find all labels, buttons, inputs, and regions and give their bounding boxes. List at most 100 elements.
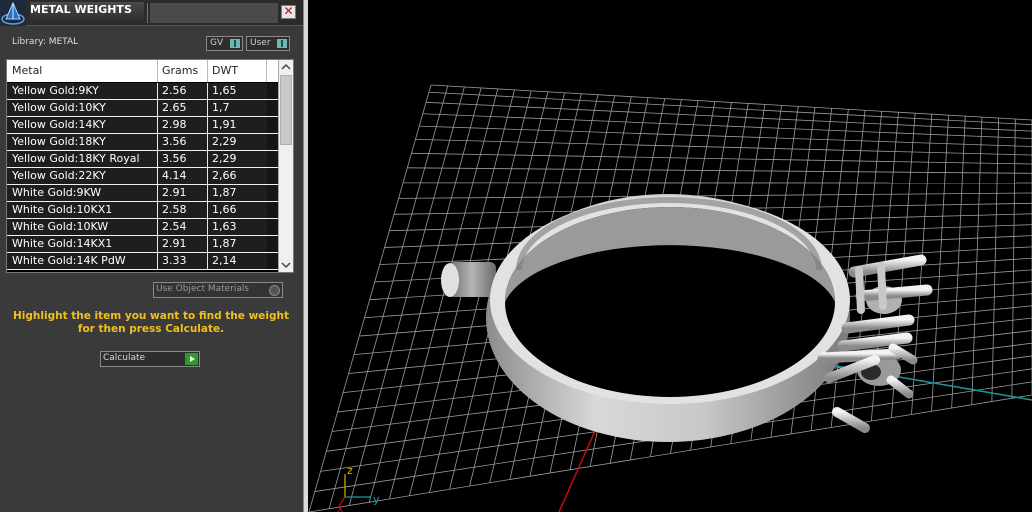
cell-divider bbox=[207, 117, 208, 134]
grid-line bbox=[348, 86, 465, 506]
column-header-grams[interactable]: Grams bbox=[162, 64, 198, 77]
grid-line bbox=[415, 138, 1032, 156]
cell-divider bbox=[207, 134, 208, 151]
table-row[interactable]: White Gold:10KW 2.54 1,63 bbox=[7, 219, 279, 236]
table-scrollbar[interactable] bbox=[278, 60, 293, 272]
table-row[interactable]: Yellow Gold:22KY 4.14 2,66 bbox=[7, 168, 279, 185]
cell-divider bbox=[157, 117, 158, 134]
table-row[interactable]: Yellow Gold:10KY 2.65 1,7 bbox=[7, 100, 279, 117]
gizmo-z-label: z bbox=[347, 464, 353, 477]
cell-metal: Yellow Gold:18KY Royal bbox=[12, 152, 140, 165]
table-row[interactable]: Yellow Gold:18KY Royal 3.56 2,29 bbox=[7, 151, 279, 168]
grid-line bbox=[411, 152, 1032, 165]
close-icon: ✕ bbox=[283, 4, 294, 18]
scroll-thumb[interactable] bbox=[280, 75, 292, 145]
gizmo-x-label: x bbox=[337, 502, 344, 512]
calculate-button[interactable]: Calculate bbox=[100, 351, 200, 367]
cell-divider bbox=[207, 253, 208, 270]
table-row[interactable]: White Gold:9KW 2.91 1,87 bbox=[7, 185, 279, 202]
cell-divider bbox=[207, 185, 208, 202]
cell-metal: Yellow Gold:18KY bbox=[12, 135, 106, 148]
cell-divider bbox=[157, 168, 158, 185]
app-logo-icon bbox=[0, 0, 26, 26]
cell-grams: 2.65 bbox=[162, 101, 187, 114]
table-header: Metal Grams DWT bbox=[7, 60, 279, 82]
cell-grams: 2.91 bbox=[162, 186, 187, 199]
table-row[interactable]: White Gold:14K PdW 3.33 2,14 bbox=[7, 253, 279, 270]
cell-dwt: 2,29 bbox=[212, 152, 237, 165]
library-label: Library: METAL bbox=[12, 37, 79, 47]
grid-line bbox=[426, 101, 1032, 132]
cell-metal: White Gold:14KX1 bbox=[12, 237, 113, 250]
cell-divider bbox=[207, 100, 208, 117]
cell-divider bbox=[157, 83, 158, 100]
table-row[interactable]: White Gold:14KX1 2.91 1,87 bbox=[7, 236, 279, 253]
cell-dwt: 1,63 bbox=[212, 220, 237, 233]
cell-dwt: 2,14 bbox=[212, 254, 237, 267]
user-toggle[interactable]: User bbox=[246, 36, 290, 51]
cell-grams: 2.58 bbox=[162, 203, 187, 216]
cell-divider bbox=[157, 253, 158, 270]
use-object-materials-label: Use Object Materials bbox=[156, 284, 250, 294]
table-row[interactable]: White Gold:10KX1 2.58 1,66 bbox=[7, 202, 279, 219]
gizmo-y-label: y bbox=[373, 493, 380, 506]
grid-line bbox=[430, 84, 1032, 121]
calculate-label: Calculate bbox=[103, 353, 146, 363]
column-header-metal[interactable]: Metal bbox=[12, 64, 42, 77]
table-row[interactable]: Yellow Gold:18KY 3.56 2,29 bbox=[7, 134, 279, 151]
close-button[interactable]: ✕ bbox=[281, 4, 296, 19]
grid-line bbox=[419, 125, 1032, 147]
cell-metal: White Gold:10KW bbox=[12, 220, 109, 233]
cell-metal: White Gold:14K PdW bbox=[12, 254, 126, 267]
cell-grams: 2.98 bbox=[162, 118, 187, 131]
cell-metal: Yellow Gold:9KY bbox=[12, 84, 99, 97]
panel-splitter[interactable] bbox=[303, 0, 308, 512]
cell-divider bbox=[207, 168, 208, 185]
cell-divider bbox=[207, 202, 208, 219]
column-header-dwt[interactable]: DWT bbox=[212, 64, 238, 77]
use-object-materials-toggle[interactable]: Use Object Materials bbox=[153, 282, 283, 298]
cell-metal: Yellow Gold:10KY bbox=[12, 101, 106, 114]
cell-metal: White Gold:10KX1 bbox=[12, 203, 113, 216]
grid-line bbox=[931, 115, 949, 412]
table-row[interactable]: Yellow Gold:14KY 2.98 1,91 bbox=[7, 117, 279, 134]
cell-dwt: 2,66 bbox=[212, 169, 237, 182]
cell-metal: Yellow Gold:14KY bbox=[12, 118, 106, 131]
cell-dwt: 1,87 bbox=[212, 237, 237, 250]
cell-metal: Yellow Gold:22KY bbox=[12, 169, 106, 182]
cell-grams: 2.56 bbox=[162, 84, 187, 97]
header-divider bbox=[266, 60, 267, 82]
toggle-indicator-icon bbox=[277, 39, 287, 48]
cell-divider bbox=[207, 151, 208, 168]
panel-titlebar: METAL WEIGHTS ✕ bbox=[0, 0, 303, 26]
cell-dwt: 1,65 bbox=[212, 84, 237, 97]
cell-divider bbox=[157, 202, 158, 219]
grid-line bbox=[309, 84, 432, 512]
metal-weights-panel: METAL WEIGHTS ✕ Library: METAL GV User M… bbox=[0, 0, 303, 512]
cell-divider bbox=[207, 83, 208, 100]
cell-dwt: 2,29 bbox=[212, 135, 237, 148]
cell-grams: 3.33 bbox=[162, 254, 187, 267]
cell-grams: 2.54 bbox=[162, 220, 187, 233]
title-bar-fill bbox=[150, 3, 278, 23]
title-divider bbox=[147, 3, 148, 23]
cell-divider bbox=[157, 236, 158, 253]
gv-toggle[interactable]: GV bbox=[206, 36, 243, 51]
scroll-up-arrow-icon[interactable] bbox=[279, 60, 293, 74]
grid-line bbox=[951, 116, 966, 409]
cell-grams: 3.56 bbox=[162, 135, 187, 148]
scroll-down-arrow-icon[interactable] bbox=[279, 258, 293, 272]
instruction-text: Highlight the item you want to find the … bbox=[13, 310, 289, 335]
grid-line bbox=[428, 91, 1032, 126]
radio-icon bbox=[269, 285, 280, 296]
cell-divider bbox=[157, 219, 158, 236]
table-row[interactable]: Yellow Gold:9KY 2.56 1,65 bbox=[7, 83, 279, 100]
cell-divider bbox=[157, 100, 158, 117]
panel-title: METAL WEIGHTS bbox=[30, 2, 144, 24]
3d-viewport[interactable]: z y x bbox=[309, 0, 1032, 512]
cell-dwt: 1,7 bbox=[212, 101, 230, 114]
grid-line bbox=[422, 113, 1032, 139]
cell-divider bbox=[157, 151, 158, 168]
grid-line bbox=[991, 118, 1000, 402]
header-divider bbox=[207, 60, 208, 82]
